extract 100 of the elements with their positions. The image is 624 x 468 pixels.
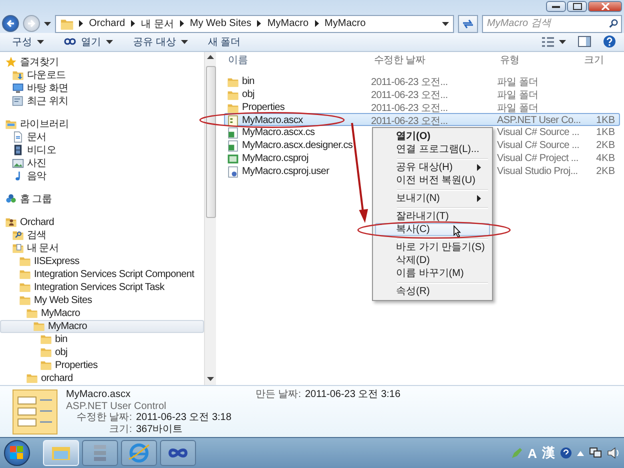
menu-item[interactable]: 잘라내기(T) — [375, 210, 490, 223]
menu-item[interactable]: 보내기(N) — [375, 192, 490, 205]
toolbar-button[interactable]: 구성 — [4, 34, 52, 50]
menu-item[interactable]: 이름 바꾸기(M) — [375, 266, 490, 280]
caret-icon — [559, 40, 566, 44]
search-folder-icon — [12, 229, 24, 242]
nav-item[interactable]: 내 문서 — [0, 242, 204, 255]
nav-item[interactable]: 즐겨찾기 — [0, 56, 204, 69]
column-header[interactable]: 크기 — [582, 54, 606, 66]
minimize-button[interactable] — [546, 1, 566, 12]
size-text: 2KB — [596, 140, 615, 152]
nav-item[interactable]: 홈 그룹 — [0, 192, 204, 206]
field-value: 2011-06-23 오전 3:16 — [305, 389, 400, 401]
start-button[interactable] — [4, 440, 30, 466]
star-icon — [5, 56, 17, 68]
caret-icon — [44, 22, 51, 26]
nav-item[interactable]: 비디오 — [0, 144, 204, 157]
search-field[interactable]: MyMacro 검색 — [482, 14, 622, 32]
up-arrow-icon[interactable] — [577, 450, 584, 456]
breadcrumb[interactable]: MyMacro — [324, 18, 367, 29]
nav-item[interactable]: orchard — [0, 372, 204, 385]
caret-icon — [37, 40, 44, 44]
type-text: 파일 폴더 — [497, 90, 538, 101]
type-text: 파일 폴더 — [497, 76, 538, 88]
folder-icon — [19, 281, 31, 294]
caret-icon — [106, 40, 113, 44]
folder-icon — [40, 333, 52, 346]
taskbar-button[interactable] — [160, 440, 196, 466]
folder-icon — [227, 102, 239, 114]
menu-item[interactable]: 복사(C) — [375, 222, 490, 236]
column-header[interactable]: 유형 — [498, 54, 522, 66]
back-button[interactable] — [2, 15, 19, 32]
nav-item[interactable]: 문서 — [0, 130, 204, 144]
close-button[interactable] — [588, 1, 622, 12]
address-bar[interactable]: Orchard 내 문서 My Web Sites MyMacro MyMacro — [55, 14, 454, 32]
breadcrumb[interactable]: 내 문서 — [140, 16, 175, 30]
nav-item[interactable]: My Web Sites — [0, 294, 204, 307]
breadcrumb[interactable]: My Web Sites — [188, 18, 252, 29]
type-text: ASP.NET User Co... — [497, 115, 581, 126]
type-text: Visual C# Source ... — [497, 140, 580, 152]
code-file-icon — [227, 126, 239, 139]
column-header[interactable]: 수정한 날짜 — [372, 54, 427, 66]
nav-item[interactable]: MyMacro — [0, 320, 204, 333]
column-header[interactable]: 이름 — [226, 52, 250, 67]
network-icon[interactable] — [589, 447, 602, 460]
nav-item[interactable]: 바탕 화면 — [0, 82, 204, 95]
date-text: 2011-06-23 오전... — [371, 76, 448, 88]
nav-item[interactable]: 최근 위치 — [0, 94, 204, 108]
menu-item[interactable]: 이전 버전 복원(U) — [375, 174, 490, 187]
refresh-button[interactable] — [458, 14, 478, 32]
menu-item[interactable]: 삭제(D) — [375, 254, 490, 267]
nav-item[interactable]: Integration Services Script Component — [0, 268, 204, 281]
nav-item[interactable]: MyMacro — [0, 306, 204, 320]
menu-item[interactable]: 속성(R) — [375, 284, 490, 298]
field-value: 367바이트 — [136, 424, 183, 436]
file-name[interactable]: obj — [225, 88, 254, 101]
file-name[interactable]: Properties — [225, 102, 285, 114]
scrollbar[interactable] — [204, 52, 216, 386]
file-name[interactable]: MyMacro.ascx.designer.cs — [225, 140, 353, 152]
nav-item[interactable]: 다운로드 — [0, 68, 204, 82]
code-file-icon — [227, 140, 239, 152]
nav-item[interactable]: 검색 — [0, 228, 204, 242]
history-dropdown[interactable] — [44, 22, 51, 26]
nav-item[interactable]: 사진 — [0, 156, 204, 170]
scroll-down-icon — [207, 377, 214, 382]
nav-item[interactable]: Integration Services Script Task — [0, 280, 204, 294]
file-name: MyMacro.ascx — [66, 389, 132, 401]
breadcrumb[interactable]: Orchard — [88, 18, 126, 29]
breadcrumb[interactable]: MyMacro — [266, 18, 310, 29]
nav-item[interactable]: 음악 — [0, 170, 204, 183]
menu-item[interactable]: 연결 프로그램(L)... — [375, 142, 490, 156]
maximize-button[interactable] — [567, 1, 587, 12]
menu-item[interactable]: 열기(O) — [375, 130, 490, 143]
nav-item[interactable]: bin — [0, 332, 204, 346]
type-text: Visual C# Source ... — [497, 127, 580, 138]
control-file-icon — [227, 114, 239, 127]
speaker-icon[interactable] — [607, 447, 620, 460]
menu-item[interactable]: 공유 대상(H) — [375, 160, 490, 174]
type-text: Visual C# Project ... — [497, 153, 578, 164]
file-name[interactable]: MyMacro.csproj.user — [225, 166, 330, 178]
folder-icon — [26, 372, 38, 384]
nav-item[interactable]: 라이브러리 — [0, 118, 204, 131]
toolbar-button[interactable]: 열기 — [56, 34, 121, 50]
nav-item[interactable]: obj — [0, 346, 204, 359]
toolbar-button[interactable]: 새 폴더 — [200, 34, 249, 50]
field-value: 2011-06-23 오전 3:18 — [136, 412, 232, 424]
file-name[interactable]: MyMacro.csproj — [225, 152, 308, 165]
nav-item[interactable]: Orchard — [0, 216, 204, 229]
chevron-icon — [257, 20, 262, 27]
nav-item[interactable]: IISExpress — [0, 254, 204, 268]
file-name[interactable]: MyMacro.ascx.cs — [225, 126, 315, 139]
file-name[interactable]: bin — [225, 76, 254, 88]
folder-icon — [227, 88, 239, 101]
help-icon[interactable] — [560, 447, 572, 460]
size-text: 1KB — [596, 115, 615, 126]
menu-item[interactable]: 바로 가기 만들기(S) — [375, 240, 490, 254]
scroll-up-icon — [207, 54, 214, 60]
nav-item[interactable]: Properties — [0, 358, 204, 372]
toolbar-button[interactable]: 공유 대상 — [125, 34, 196, 50]
type-text: 파일 폴더 — [497, 102, 538, 114]
